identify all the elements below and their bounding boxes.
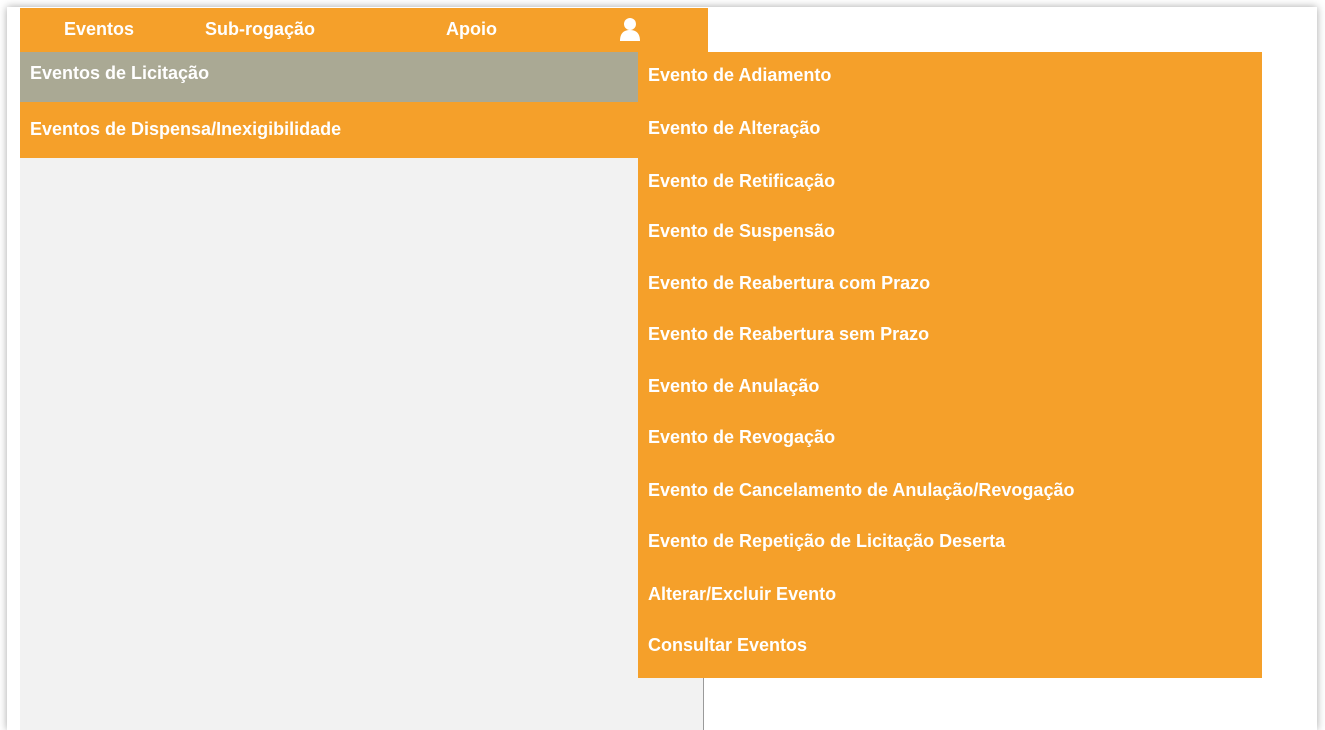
- flyout-item-reabertura-com-prazo[interactable]: Evento de Reabertura com Prazo: [648, 272, 930, 296]
- menu-apoio[interactable]: Apoio: [446, 19, 497, 39]
- flyout-item-retificacao[interactable]: Evento de Retificação: [648, 170, 835, 194]
- flyout-item-alteracao[interactable]: Evento de Alteração: [648, 117, 820, 141]
- flyout-item-alterar-excluir[interactable]: Alterar/Excluir Evento: [648, 583, 836, 607]
- flyout-item-adiamento[interactable]: Evento de Adiamento: [648, 64, 831, 88]
- flyout-item-suspensao[interactable]: Evento de Suspensão: [648, 220, 835, 244]
- flyout-item-anulacao[interactable]: Evento de Anulação: [648, 375, 819, 399]
- flyout-item-revogacao[interactable]: Evento de Revogação: [648, 426, 835, 450]
- flyout-item-repeticao[interactable]: Evento de Repetição de Licitação Deserta: [648, 530, 1005, 554]
- menu-sub-rogacao[interactable]: Sub-rogação: [205, 19, 315, 39]
- eventos-submenu: Eventos de Licitação Eventos de Dispensa…: [20, 52, 640, 158]
- flyout-item-consultar[interactable]: Consultar Eventos: [648, 634, 807, 658]
- submenu-item-eventos-de-dispensa[interactable]: Eventos de Dispensa/Inexigibilidade: [20, 108, 640, 158]
- licitacao-flyout-menu: Evento de Adiamento Evento de Alteração …: [638, 52, 1262, 678]
- flyout-item-reabertura-sem-prazo[interactable]: Evento de Reabertura sem Prazo: [648, 323, 929, 347]
- flyout-item-cancelamento[interactable]: Evento de Cancelamento de Anulação/Revog…: [648, 479, 1074, 503]
- submenu-item-eventos-de-licitacao[interactable]: Eventos de Licitação: [20, 52, 640, 102]
- user-icon[interactable]: [617, 16, 643, 42]
- top-menu-bar: Eventos Sub-rogação Apoio: [20, 8, 708, 52]
- menu-eventos[interactable]: Eventos: [64, 19, 134, 39]
